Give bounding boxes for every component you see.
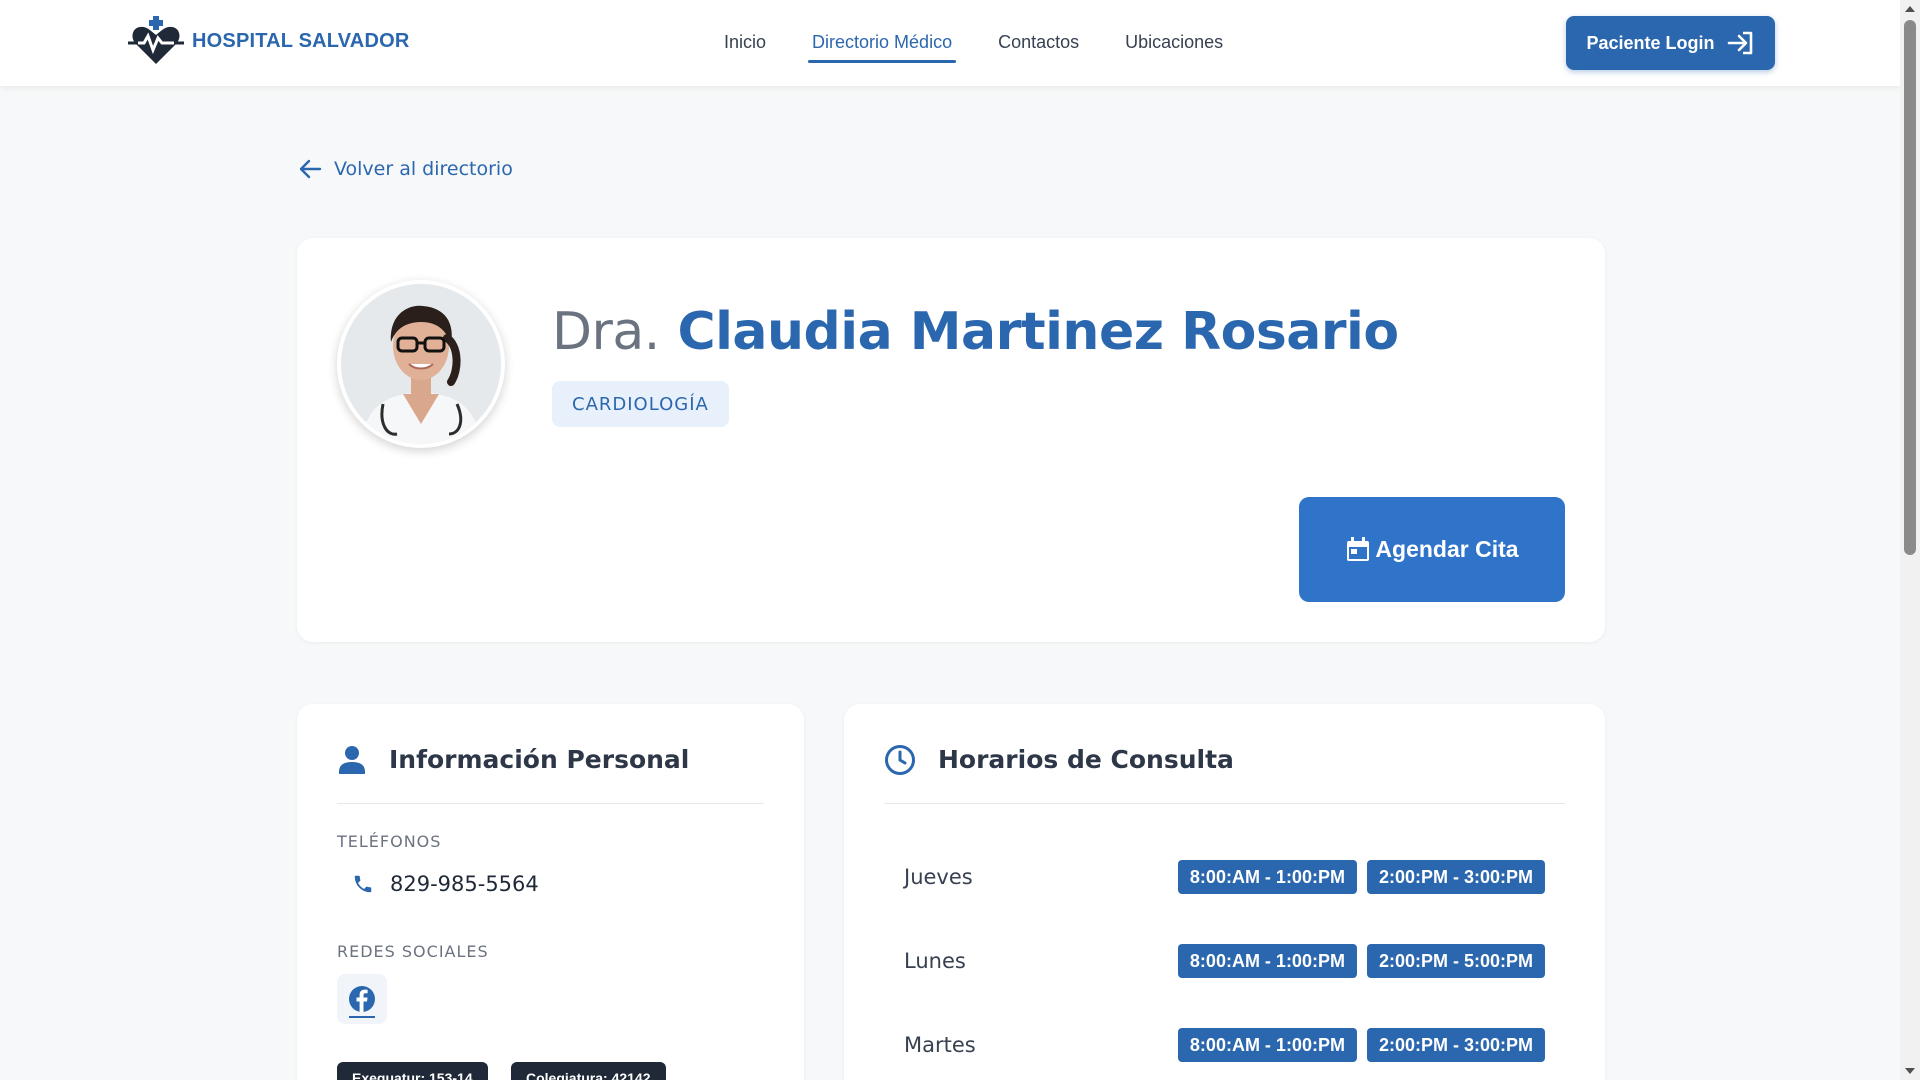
- time-slot: 2:00:PM - 3:00:PM: [1366, 860, 1545, 894]
- time-slot: 8:00:AM - 1:00:PM: [1177, 944, 1357, 978]
- schedule-day: Lunes: [904, 949, 966, 973]
- book-appointment-label: Agendar Cita: [1375, 536, 1519, 562]
- social-label: REDES SOCIALES: [337, 942, 489, 961]
- back-link-label: Volver al directorio: [334, 158, 513, 180]
- facebook-button[interactable]: [337, 974, 387, 1024]
- doctor-avatar: [337, 280, 505, 448]
- time-slot: 8:00:AM - 1:00:PM: [1177, 860, 1357, 894]
- back-to-directory-link[interactable]: Volver al directorio: [298, 158, 513, 180]
- page-scrollbar[interactable]: [1900, 0, 1920, 1080]
- scroll-down-icon[interactable]: [1905, 1068, 1915, 1074]
- book-appointment-button[interactable]: Agendar Cita: [1299, 497, 1565, 602]
- phones-label: TELÉFONOS: [337, 832, 442, 851]
- hospital-heart-icon: [128, 16, 184, 64]
- patient-login-label: Paciente Login: [1586, 32, 1715, 53]
- phone-icon: [354, 875, 372, 893]
- schedule-row: Lunes 8:00:AM - 1:00:PM 2:00:PM - 5:00:P…: [904, 941, 1545, 981]
- personal-info-card: Información Personal TELÉFONOS 829-985-5…: [297, 704, 804, 1080]
- time-slot: 8:00:AM - 1:00:PM: [1177, 1028, 1357, 1062]
- calendar-icon: [1347, 536, 1370, 561]
- consultation-hours-card: Horarios de Consulta Jueves 8:00:AM - 1:…: [844, 704, 1605, 1080]
- schedule-day: Martes: [904, 1033, 976, 1057]
- schedule-day: Jueves: [904, 865, 973, 889]
- schedule-row: Jueves 8:00:AM - 1:00:PM 2:00:PM - 3:00:…: [904, 857, 1545, 897]
- doctor-full-name: Claudia Martinez Rosario: [677, 302, 1399, 362]
- doctor-name: Dra. Claudia Martinez Rosario: [552, 302, 1399, 362]
- arrow-left-icon: [299, 159, 322, 179]
- schedule-slots: 8:00:AM - 1:00:PM 2:00:PM - 3:00:PM: [1177, 1028, 1545, 1062]
- schedule-slots: 8:00:AM - 1:00:PM 2:00:PM - 5:00:PM: [1177, 944, 1545, 978]
- nav-contactos[interactable]: Contactos: [994, 28, 1083, 59]
- doctor-profile-card: Dra. Claudia Martinez Rosario CARDIOLOGÍ…: [297, 238, 1605, 642]
- scroll-up-icon[interactable]: [1905, 6, 1915, 12]
- main-nav: Inicio Directorio Médico Contactos Ubica…: [720, 28, 1265, 63]
- brand-name: HOSPITAL SALVADOR: [192, 29, 410, 52]
- doctor-title-prefix: Dra.: [552, 302, 660, 362]
- brand-logo[interactable]: HOSPITAL SALVADOR: [128, 16, 409, 66]
- schedule-slots: 8:00:AM - 1:00:PM 2:00:PM - 3:00:PM: [1177, 860, 1545, 894]
- phone-number: 829-985-5564: [390, 872, 539, 896]
- personal-info-header: Información Personal: [337, 742, 764, 804]
- specialty-badge: CARDIOLOGÍA: [552, 381, 729, 427]
- doctor-portrait-icon: [341, 284, 501, 444]
- nav-directorio-medico[interactable]: Directorio Médico: [808, 28, 957, 63]
- consultation-hours-title: Horarios de Consulta: [938, 745, 1234, 774]
- time-slot: 2:00:PM - 3:00:PM: [1366, 1028, 1545, 1062]
- user-icon: [339, 746, 365, 774]
- colegiatura-badge: Colegiatura: 42142: [511, 1062, 666, 1080]
- personal-info-title: Información Personal: [389, 745, 690, 774]
- patient-login-button[interactable]: Paciente Login: [1566, 16, 1775, 70]
- nav-ubicaciones[interactable]: Ubicaciones: [1121, 28, 1227, 59]
- nav-inicio[interactable]: Inicio: [720, 28, 770, 59]
- phone-row[interactable]: 829-985-5564: [352, 872, 539, 896]
- time-slot: 2:00:PM - 5:00:PM: [1366, 944, 1545, 978]
- login-arrow-icon: [1727, 31, 1752, 55]
- clock-icon: [885, 745, 915, 775]
- scrollbar-thumb[interactable]: [1904, 20, 1916, 555]
- consultation-hours-header: Horarios de Consulta: [884, 742, 1565, 804]
- top-navbar: HOSPITAL SALVADOR Inicio Directorio Médi…: [0, 0, 1900, 86]
- exequatur-badge: Exequatur: 153-14: [337, 1062, 488, 1080]
- schedule-row: Martes 8:00:AM - 1:00:PM 2:00:PM - 3:00:…: [904, 1025, 1545, 1065]
- facebook-icon: [349, 986, 375, 1012]
